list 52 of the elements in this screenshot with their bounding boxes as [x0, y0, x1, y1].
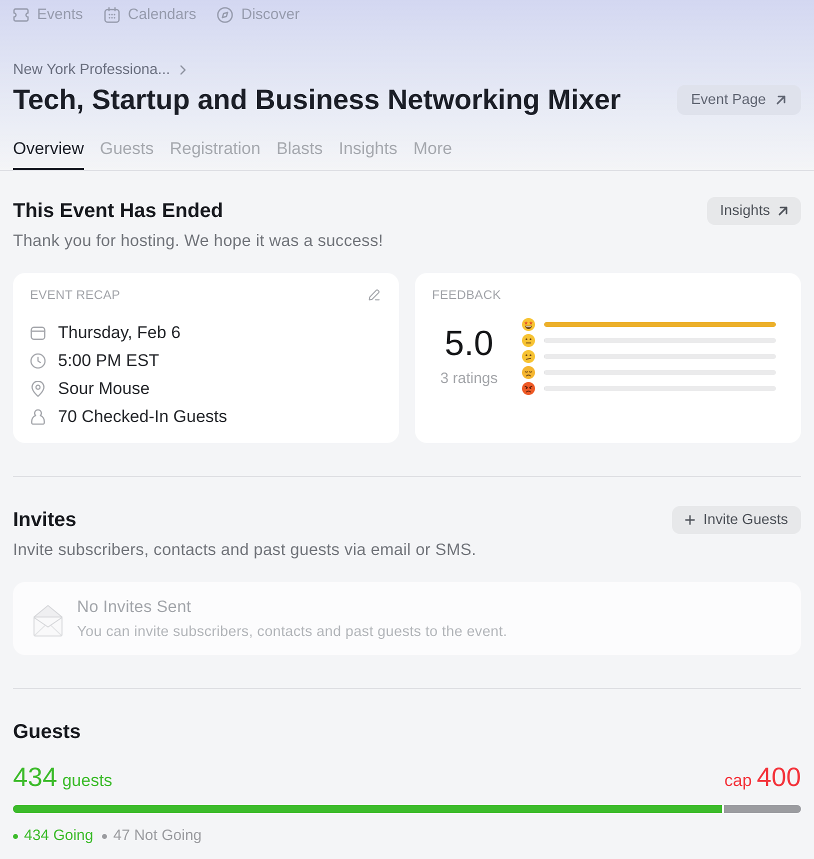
- compass-icon: [217, 7, 234, 23]
- capacity-value: 400: [756, 762, 801, 792]
- legend-label: 47 Not Going: [113, 827, 202, 845]
- tab[interactable]: Registration: [170, 139, 260, 170]
- breadcrumb-link[interactable]: New York Professiona...: [13, 61, 186, 79]
- legend-label: 434 Going: [24, 827, 94, 845]
- map-pin-icon: [31, 381, 45, 397]
- tab[interactable]: Blasts: [276, 139, 323, 170]
- event-time-text: 5:00 PM EST: [58, 351, 160, 371]
- event-location-text: Sour Mouse: [58, 379, 150, 399]
- ticket-icon: [13, 8, 29, 22]
- guest-count: 434: [13, 762, 58, 792]
- nav-link[interactable]: Calendars: [104, 6, 196, 24]
- insights-button[interactable]: Insights: [707, 197, 801, 225]
- section-subtitle: Invite subscribers, contacts and past guests via email or SMS.: [13, 540, 476, 560]
- confused-face-emoji-icon: [522, 350, 535, 362]
- section-subtitle: Thank you for hosting. We hope it was a success!: [13, 231, 384, 251]
- capacity-label: cap: [724, 770, 752, 792]
- tab[interactable]: Guests: [100, 139, 154, 170]
- star-eyes-emoji-icon: [522, 318, 535, 330]
- event-page-button[interactable]: Event Page: [677, 85, 801, 115]
- rating-count: 3 ratings: [440, 370, 498, 388]
- tab[interactable]: Overview: [13, 139, 84, 170]
- calendar-icon: [30, 325, 46, 341]
- plus-icon: [685, 515, 696, 525]
- nav-link[interactable]: Events: [13, 6, 83, 24]
- neutral-face-emoji-icon: [522, 334, 535, 346]
- person-icon: [31, 409, 45, 425]
- angry-face-emoji-icon: [522, 382, 535, 394]
- sad-face-emoji-icon: [522, 366, 535, 378]
- empty-state-title: No Invites Sent: [77, 597, 192, 617]
- section-title: Invites: [13, 508, 76, 532]
- section-title: This Event Has Ended: [13, 199, 224, 223]
- event-date-text: Thursday, Feb 6: [58, 323, 181, 343]
- arrow-up-right-icon: [776, 95, 786, 105]
- chevron-right-icon: [180, 65, 186, 75]
- guest-count-label: guests: [62, 770, 112, 792]
- invite-guests-button[interactable]: Invite Guests: [672, 506, 801, 534]
- empty-state-text: You can invite subscribers, contacts and past guests to the event.: [77, 623, 508, 641]
- checked-in-count-text: 70 Checked-In Guests: [58, 407, 228, 427]
- clock-icon: [30, 353, 46, 369]
- card-title: EVENT RECAP: [30, 287, 120, 303]
- nav-link[interactable]: Discover: [217, 6, 300, 24]
- tab[interactable]: Insights: [338, 139, 398, 170]
- card-title: FEEDBACK: [432, 287, 501, 303]
- pencil-icon[interactable]: [368, 289, 380, 301]
- tab[interactable]: More: [413, 139, 452, 170]
- arrow-up-right-icon: [778, 206, 788, 216]
- rating-score: 5.0: [444, 324, 494, 362]
- section-title: Guests: [13, 720, 81, 744]
- calendar-icon: [104, 7, 120, 23]
- event-title: Tech, Startup and Business Networking Mixer: [13, 83, 621, 117]
